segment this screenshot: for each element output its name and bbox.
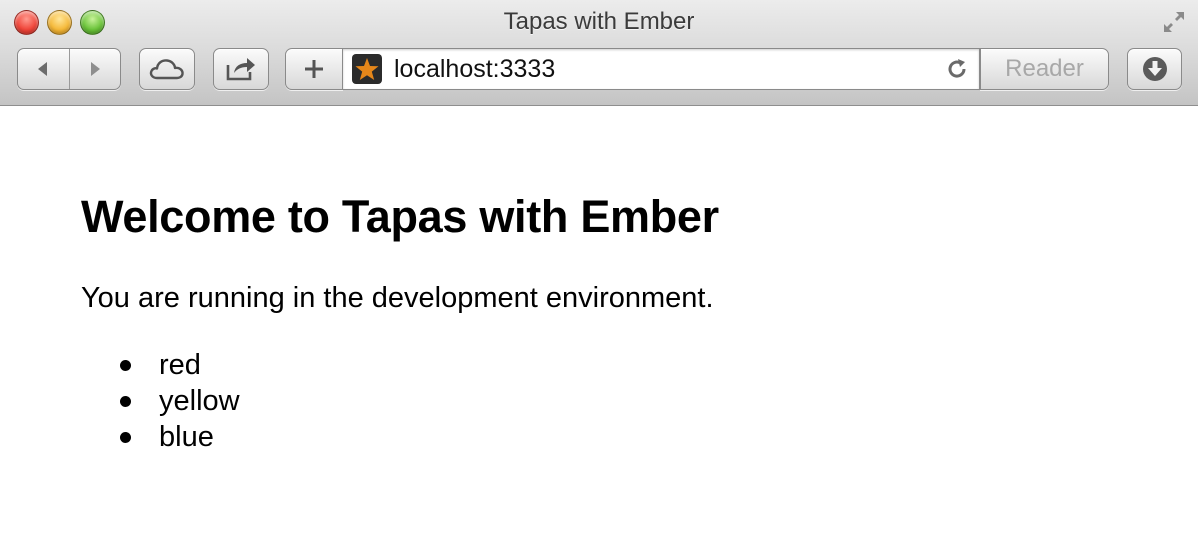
star-favicon xyxy=(352,54,382,84)
list-item-label: yellow xyxy=(159,384,240,417)
fullscreen-icon[interactable] xyxy=(1160,8,1188,36)
downloads-button[interactable] xyxy=(1127,48,1182,90)
environment-text: You are running in the development envir… xyxy=(81,282,714,314)
download-icon xyxy=(1142,57,1167,81)
list-item: red xyxy=(120,347,240,383)
back-button[interactable] xyxy=(18,49,69,89)
bullet-icon xyxy=(120,359,131,371)
reload-icon xyxy=(948,59,966,78)
address-bar[interactable]: localhost:3333 xyxy=(342,48,980,90)
plus-icon xyxy=(305,60,323,78)
url-text[interactable]: localhost:3333 xyxy=(394,55,939,84)
bullet-icon xyxy=(120,431,131,443)
browser-window: Tapas with Ember localhost:3333 Reader W… xyxy=(0,0,1198,560)
page-heading: Welcome to Tapas with Ember xyxy=(81,191,719,242)
cloud-icon xyxy=(149,59,184,80)
forward-arrow-icon xyxy=(90,62,100,76)
reload-button[interactable] xyxy=(939,51,975,87)
add-bookmark-button[interactable] xyxy=(285,48,343,90)
window-title: Tapas with Ember xyxy=(503,8,695,35)
share-button[interactable] xyxy=(213,48,269,90)
back-forward-buttons xyxy=(17,48,121,90)
icloud-tabs-button[interactable] xyxy=(139,48,195,90)
list-item-label: blue xyxy=(159,420,214,453)
list-item: blue xyxy=(120,419,240,455)
list-item-label: red xyxy=(159,348,201,381)
bullet-icon xyxy=(120,395,131,407)
reader-button[interactable]: Reader xyxy=(980,48,1109,90)
back-arrow-icon xyxy=(38,62,48,76)
forward-button[interactable] xyxy=(70,49,121,89)
share-icon xyxy=(226,58,255,81)
list-item: yellow xyxy=(120,383,240,419)
color-list: red yellow blue xyxy=(120,347,240,455)
page-content: Welcome to Tapas with Ember You are runn… xyxy=(0,107,1198,560)
browser-toolbar: Tapas with Ember localhost:3333 Reader xyxy=(0,0,1198,106)
